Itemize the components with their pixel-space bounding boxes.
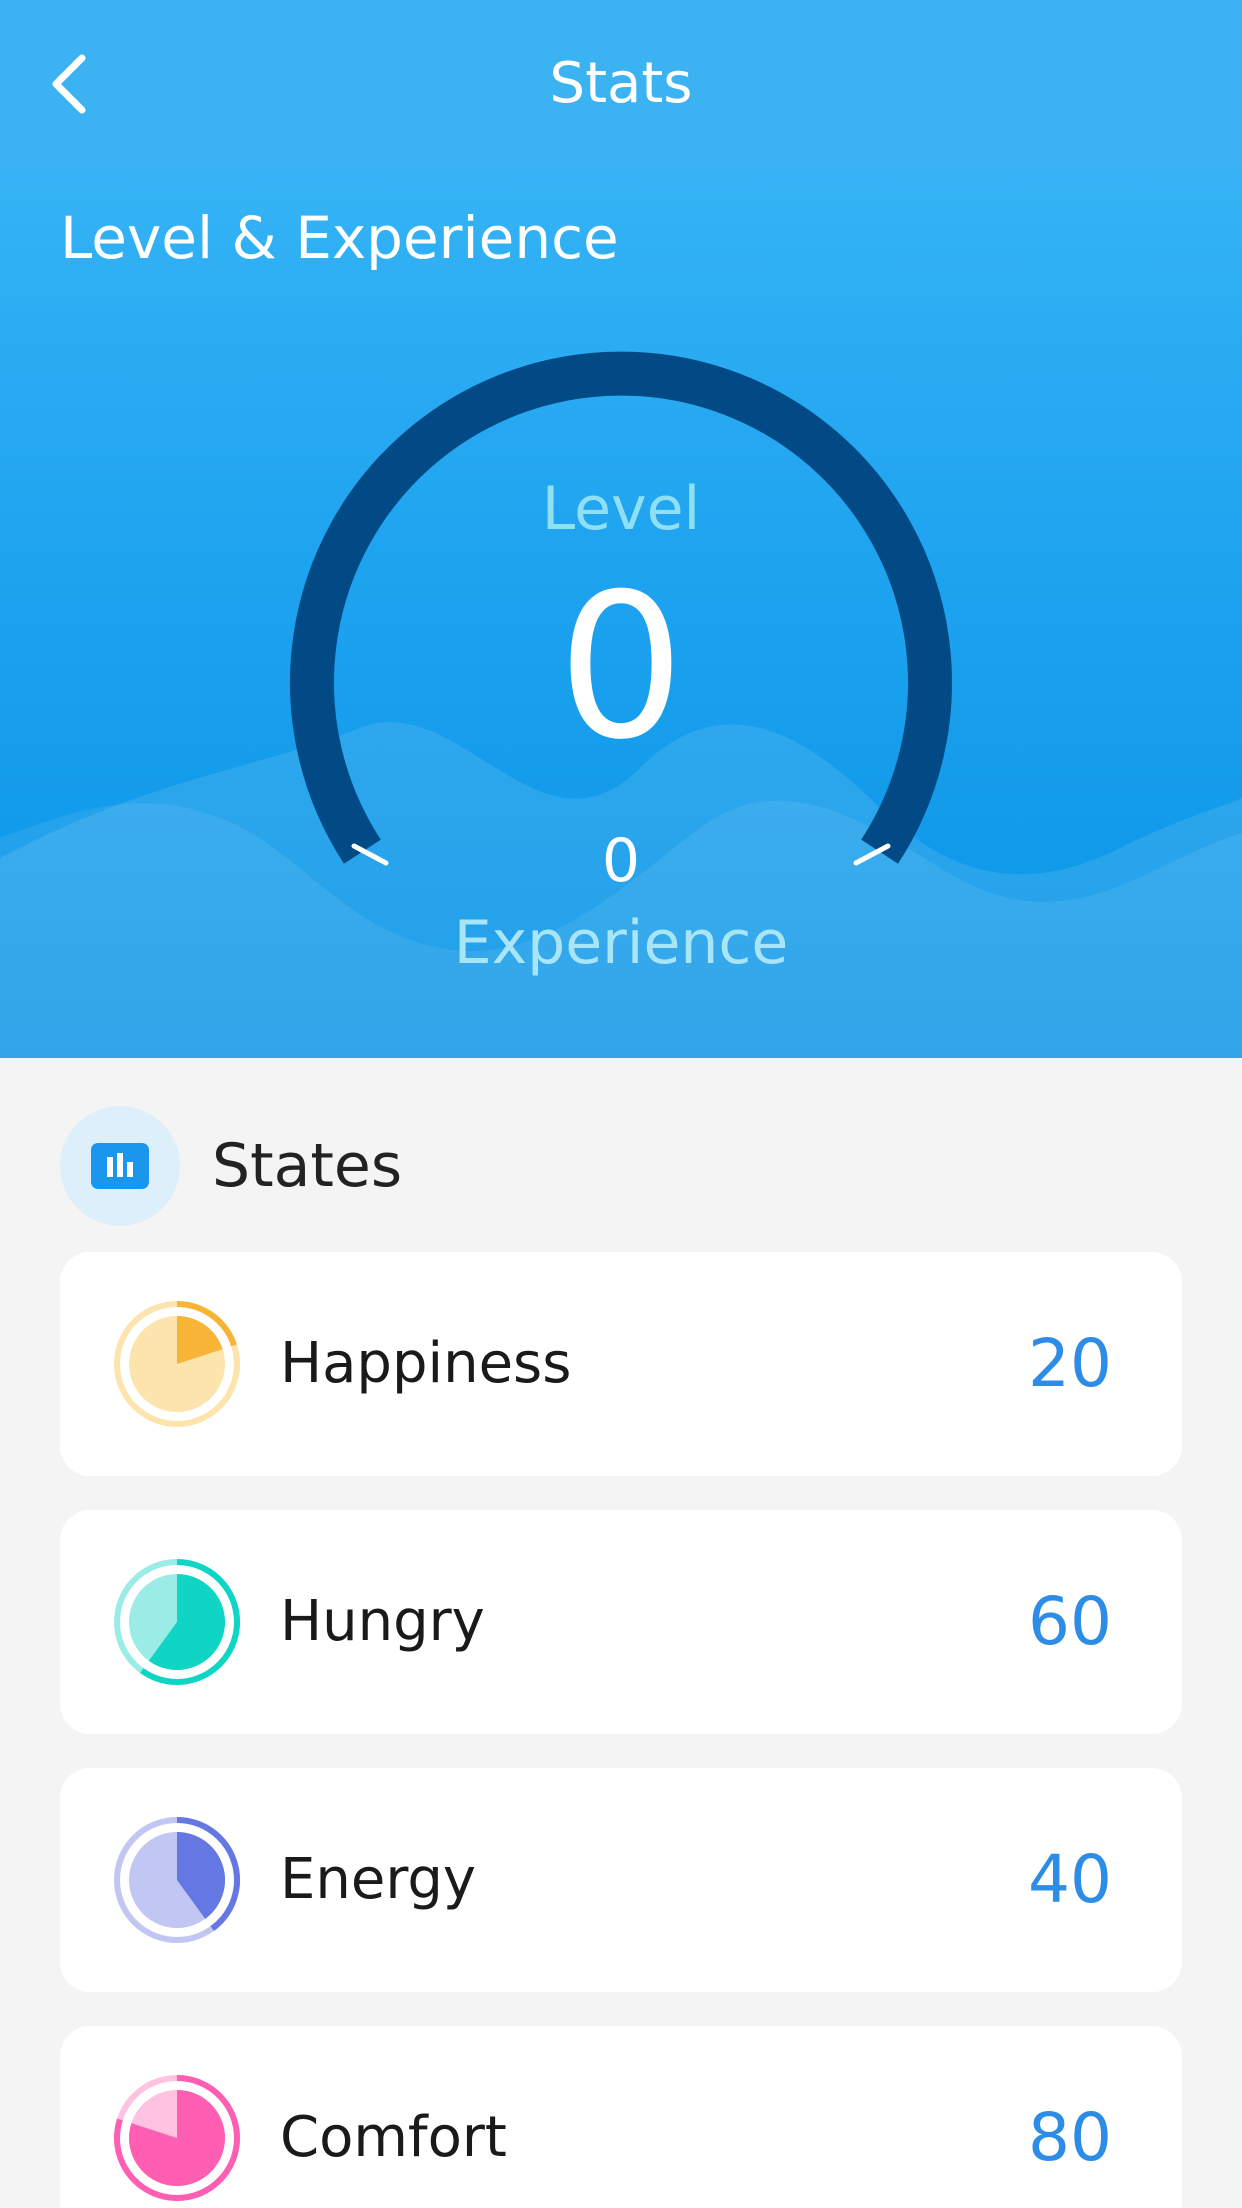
stat-label: Hungry	[280, 1589, 485, 1654]
stat-value: 80	[1028, 2099, 1112, 2176]
energy-pie-icon	[114, 1817, 240, 1943]
level-value: 0	[557, 551, 685, 784]
back-button[interactable]	[36, 44, 100, 124]
states-header: States	[60, 1106, 402, 1226]
stat-value: 60	[1028, 1583, 1112, 1660]
bar-chart-icon	[91, 1143, 149, 1189]
states-icon-badge	[60, 1106, 180, 1226]
top-bar: Stats	[0, 0, 1242, 168]
experience-label: Experience	[453, 908, 789, 978]
stat-card-happiness[interactable]: Happiness 20	[60, 1252, 1182, 1476]
stat-label: Energy	[280, 1847, 477, 1912]
states-title: States	[212, 1131, 403, 1201]
happiness-pie-icon	[114, 1301, 240, 1427]
stat-card-energy[interactable]: Energy 40	[60, 1768, 1182, 1992]
section-title: Level & Experience	[60, 204, 619, 272]
chevron-left-icon	[52, 54, 86, 114]
stat-label: Comfort	[280, 2105, 507, 2170]
experience-value: 0	[601, 826, 641, 896]
stat-value: 20	[1028, 1325, 1112, 1402]
page-title: Stats	[549, 51, 693, 116]
stat-value: 40	[1028, 1841, 1112, 1918]
stat-label: Happiness	[280, 1331, 572, 1396]
level-experience-panel: Level & Experience Level 0 0 Experience	[0, 168, 1242, 1058]
level-label: Level	[541, 474, 701, 544]
hungry-pie-icon	[114, 1559, 240, 1685]
comfort-pie-icon	[114, 2075, 240, 2201]
stat-card-comfort[interactable]: Comfort 80	[60, 2026, 1182, 2208]
stat-card-hungry[interactable]: Hungry 60	[60, 1510, 1182, 1734]
